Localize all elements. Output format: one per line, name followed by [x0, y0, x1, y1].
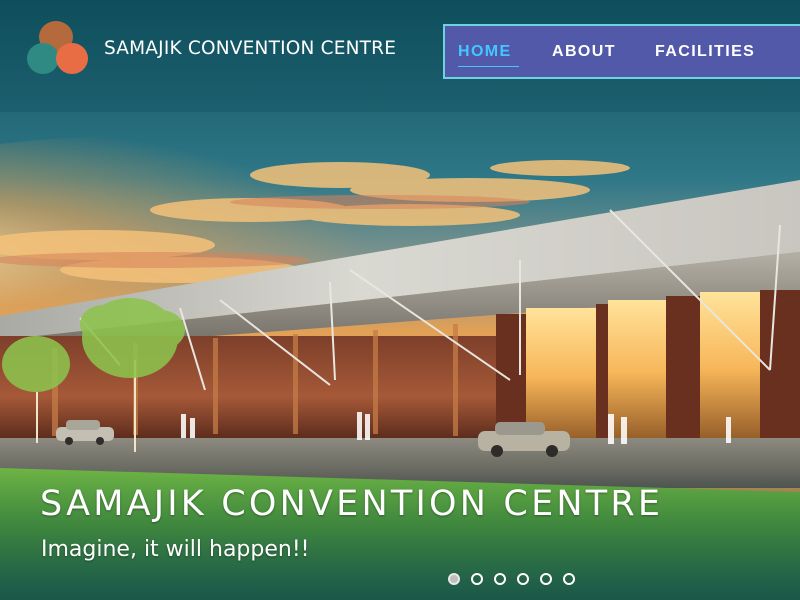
site-header: SAMAJIK CONVENTION CENTRE HOME ABOUT FAC… [0, 0, 800, 100]
logo-orange-circle [56, 43, 88, 74]
carousel-dot-icon[interactable] [471, 573, 483, 585]
hero-title: SAMAJIK CONVENTION CENTRE [40, 484, 664, 524]
nav-facilities-link[interactable]: FACILITIES [655, 43, 755, 61]
active-nav-underline [458, 66, 519, 67]
logo-teal-circle [27, 43, 59, 74]
site-brand-name[interactable]: SAMAJIK CONVENTION CENTRE [104, 38, 396, 59]
carousel-dot-icon[interactable] [494, 573, 506, 585]
carousel-dot-icon[interactable] [563, 573, 575, 585]
carousel-dot-icon[interactable] [517, 573, 529, 585]
nav-about-link[interactable]: ABOUT [552, 43, 616, 61]
carousel-dot-icon[interactable] [540, 573, 552, 585]
hero-subtitle: Imagine, it will happen!! [41, 537, 310, 562]
carousel-dot-icon[interactable] [448, 573, 460, 585]
main-navigation: HOME ABOUT FACILITIES [443, 24, 800, 79]
nav-home-link[interactable]: HOME [458, 43, 512, 61]
three-circles-logo-icon[interactable] [24, 19, 90, 77]
